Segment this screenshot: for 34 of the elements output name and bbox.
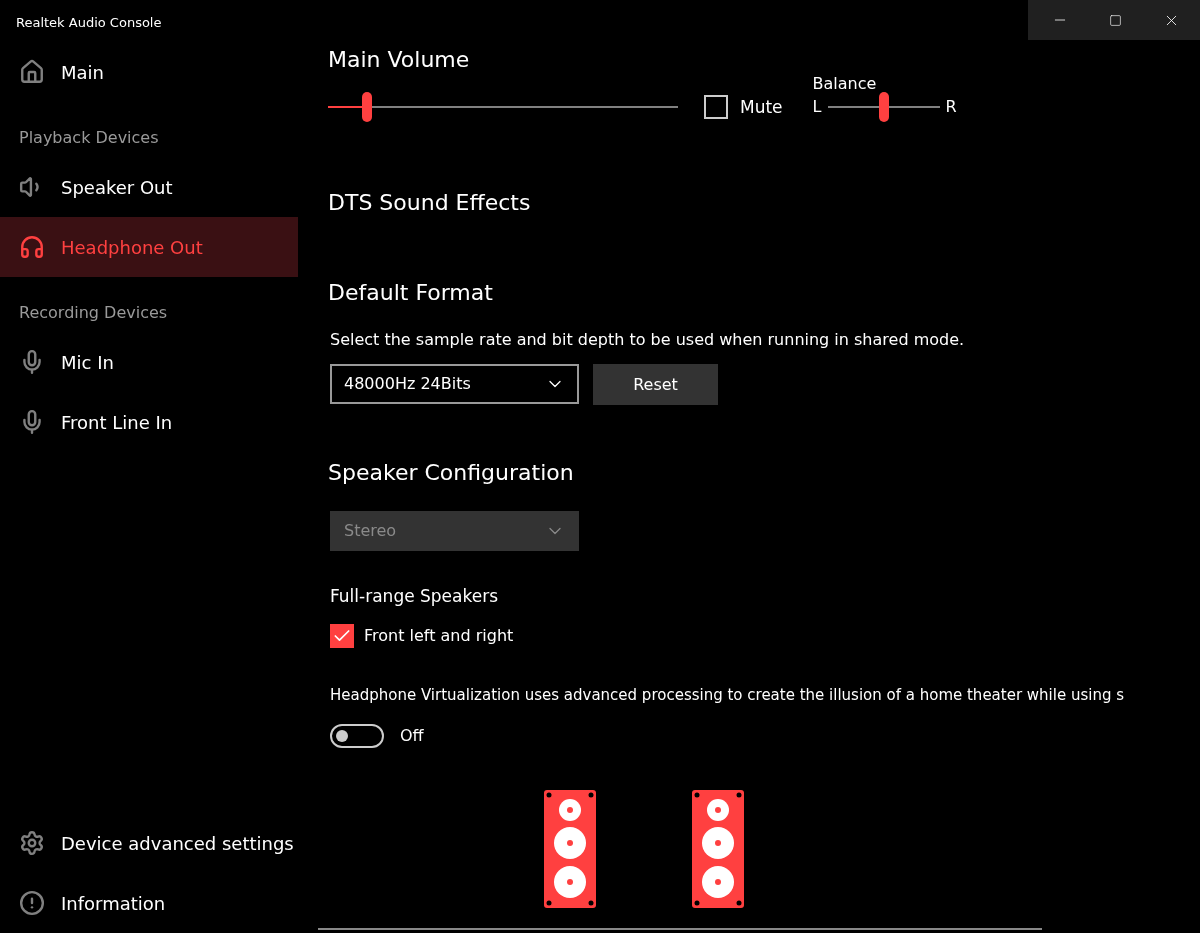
mute-label: Mute [740,95,783,119]
section-title: Main Volume [328,46,471,74]
maximize-icon[interactable] [1109,13,1122,27]
virtualization-text: Headphone Virtualization uses advanced processing to create the illusion of a home theater while using s [329,684,1126,706]
sidebar-item[interactable]: Information [0,873,298,933]
balance-label: Balance [812,73,878,95]
headphones-icon [19,234,45,260]
section-title: DTS Sound Effects [328,189,532,217]
section-title: Default Format [328,279,494,307]
section-title: Speaker Configuration [328,459,575,487]
section-header: Playback Devices [18,127,160,149]
sidebar-item[interactable]: Front Line In [0,392,298,452]
info-icon [19,890,45,916]
section-header: Recording Devices [18,302,169,324]
sidebar-item[interactable]: Main [0,42,298,102]
mute-checkbox[interactable] [704,95,728,120]
sidebar-item[interactable]: Speaker Out [0,157,298,217]
subsection-title: Full-range Speakers [329,585,500,608]
window-title: Realtek Audio Console [15,14,163,32]
checkbox-label: Front left and right [364,624,514,647]
format-dropdown[interactable]: 48000Hz 24Bits [330,364,579,404]
balance-slider[interactable] [827,92,940,122]
horizontal-scrollbar[interactable] [318,928,1042,930]
volume-slider[interactable] [328,92,678,122]
left-label: L [812,96,822,118]
reset-button[interactable]: Reset [593,364,718,405]
sidebar-item[interactable]: Headphone Out [0,217,298,277]
sidebar-item[interactable]: Mic In [0,332,298,392]
toggle-label: Off [400,725,424,747]
right-label: R [945,96,957,118]
home-icon [19,59,45,85]
settings-icon [19,830,45,856]
sidebar-item[interactable]: Device advanced settings [0,813,298,873]
description-text: Select the sample rate and bit depth to be used when running in shared mode. [329,329,966,351]
